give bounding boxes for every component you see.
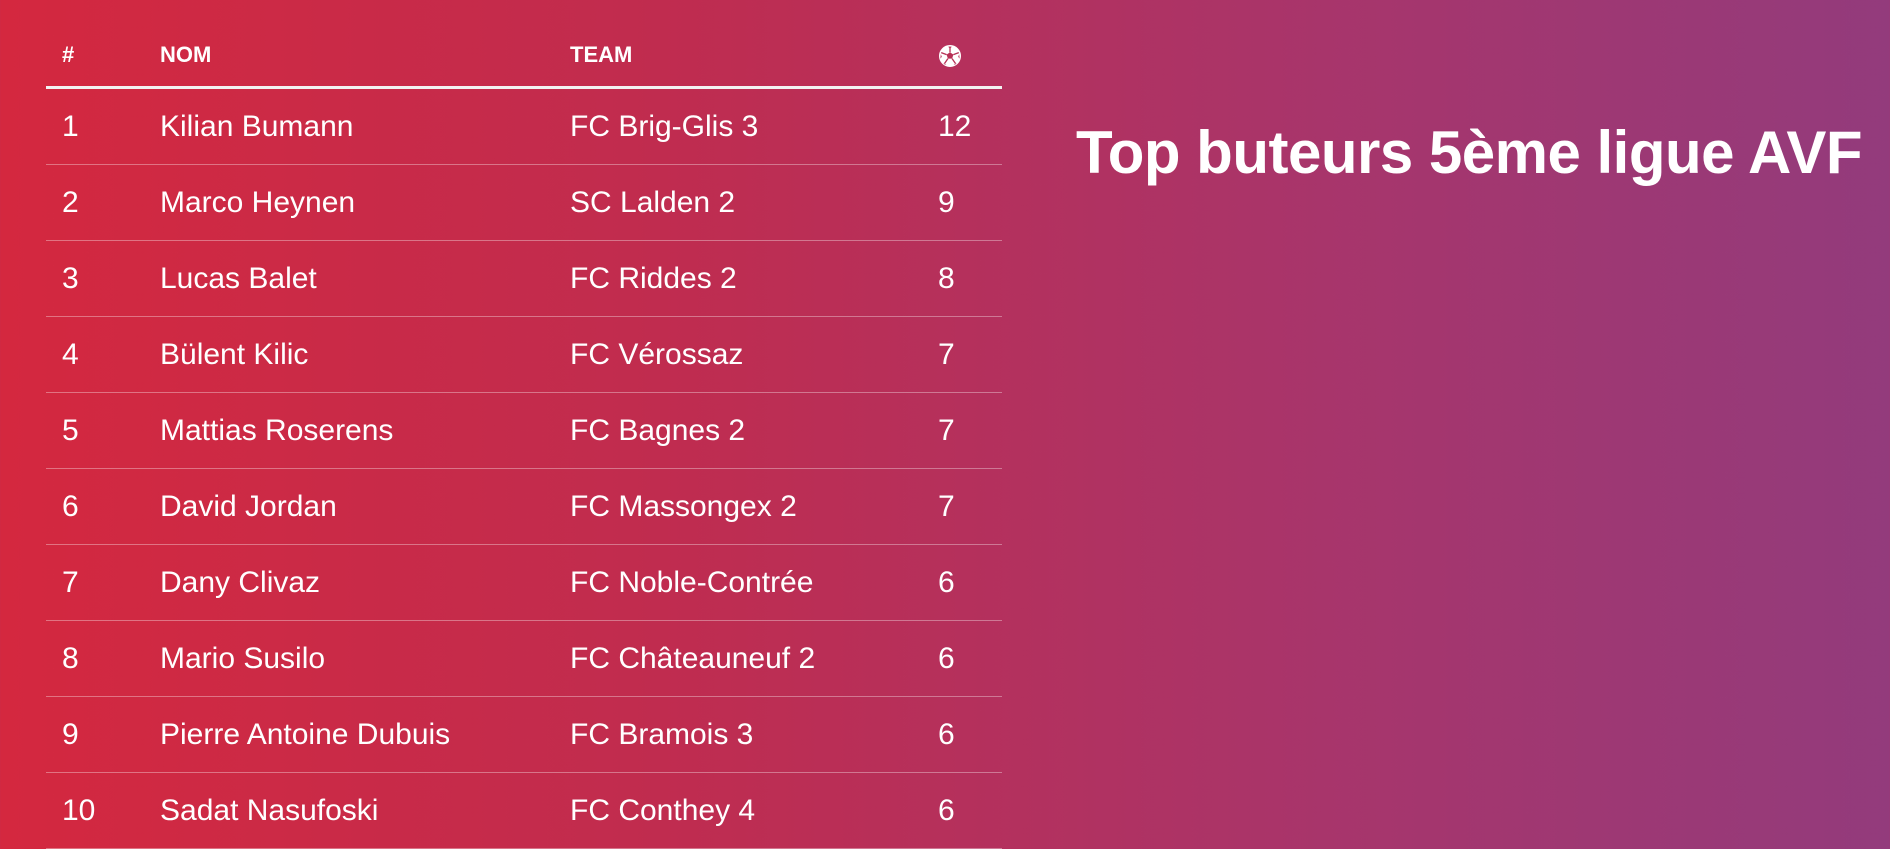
rank-cell: 8: [46, 620, 160, 697]
rank-cell: 3: [46, 240, 160, 317]
header-row: # NOM TEAM: [46, 24, 1002, 89]
name-cell: Pierre Antoine Dubuis: [160, 696, 570, 773]
rank-cell: 9: [46, 696, 160, 773]
name-cell: Bülent Kilic: [160, 316, 570, 393]
goals-cell: 8: [938, 240, 1002, 317]
team-cell: FC Châteauneuf 2: [570, 620, 938, 697]
name-cell: David Jordan: [160, 468, 570, 545]
rank-cell: 7: [46, 544, 160, 621]
goals-cell: 9: [938, 164, 1002, 241]
name-cell: Kilian Bumann: [160, 87, 570, 165]
rank-cell: 1: [46, 87, 160, 165]
goals-cell: 7: [938, 468, 1002, 545]
name-cell: Lucas Balet: [160, 240, 570, 317]
table-row: 3 Lucas Balet FC Riddes 2 8: [46, 240, 1002, 317]
team-cell: FC Noble-Contrée: [570, 544, 938, 621]
goals-cell: 12: [938, 87, 1002, 165]
header-goals: [938, 24, 1002, 89]
goals-cell: 7: [938, 316, 1002, 393]
team-cell: FC Bramois 3: [570, 696, 938, 773]
rank-cell: 2: [46, 164, 160, 241]
team-cell: SC Lalden 2: [570, 164, 938, 241]
rank-cell: 10: [46, 772, 160, 849]
scorers-table: # NOM TEAM 1 Kilian Bumann FC Brig-Glis …: [46, 24, 1002, 849]
table-row: 6 David Jordan FC Massongex 2 7: [46, 468, 1002, 545]
name-cell: Mattias Roserens: [160, 392, 570, 469]
header-name: NOM: [160, 24, 570, 89]
table-row: 9 Pierre Antoine Dubuis FC Bramois 3 6: [46, 696, 1002, 773]
rank-cell: 4: [46, 316, 160, 393]
goals-cell: 6: [938, 620, 1002, 697]
goals-cell: 6: [938, 772, 1002, 849]
table-row: 5 Mattias Roserens FC Bagnes 2 7: [46, 392, 1002, 469]
team-cell: FC Vérossaz: [570, 316, 938, 393]
page-title: Top buteurs 5ème ligue AVF: [1076, 119, 1862, 186]
team-cell: FC Bagnes 2: [570, 392, 938, 469]
table-row: 1 Kilian Bumann FC Brig-Glis 3 12: [46, 87, 1002, 165]
name-cell: Mario Susilo: [160, 620, 570, 697]
soccer-ball-icon: [938, 44, 962, 68]
table-body: 1 Kilian Bumann FC Brig-Glis 3 12 2 Marc…: [46, 87, 1002, 849]
scorers-table-container: # NOM TEAM 1 Kilian Bumann FC Brig-Glis …: [46, 24, 1002, 849]
team-cell: FC Massongex 2: [570, 468, 938, 545]
name-cell: Dany Clivaz: [160, 544, 570, 621]
table-row: 2 Marco Heynen SC Lalden 2 9: [46, 164, 1002, 241]
goals-cell: 6: [938, 696, 1002, 773]
team-cell: FC Brig-Glis 3: [570, 87, 938, 165]
name-cell: Sadat Nasufoski: [160, 772, 570, 849]
table-row: 7 Dany Clivaz FC Noble-Contrée 6: [46, 544, 1002, 621]
table-header: # NOM TEAM: [46, 24, 1002, 89]
team-cell: FC Conthey 4: [570, 772, 938, 849]
goals-cell: 7: [938, 392, 1002, 469]
rank-cell: 6: [46, 468, 160, 545]
header-team: TEAM: [570, 24, 938, 89]
table-row: 4 Bülent Kilic FC Vérossaz 7: [46, 316, 1002, 393]
name-cell: Marco Heynen: [160, 164, 570, 241]
team-cell: FC Riddes 2: [570, 240, 938, 317]
rank-cell: 5: [46, 392, 160, 469]
goals-cell: 6: [938, 544, 1002, 621]
table-row: 8 Mario Susilo FC Châteauneuf 2 6: [46, 620, 1002, 697]
table-row: 10 Sadat Nasufoski FC Conthey 4 6: [46, 772, 1002, 849]
header-rank: #: [46, 24, 160, 89]
